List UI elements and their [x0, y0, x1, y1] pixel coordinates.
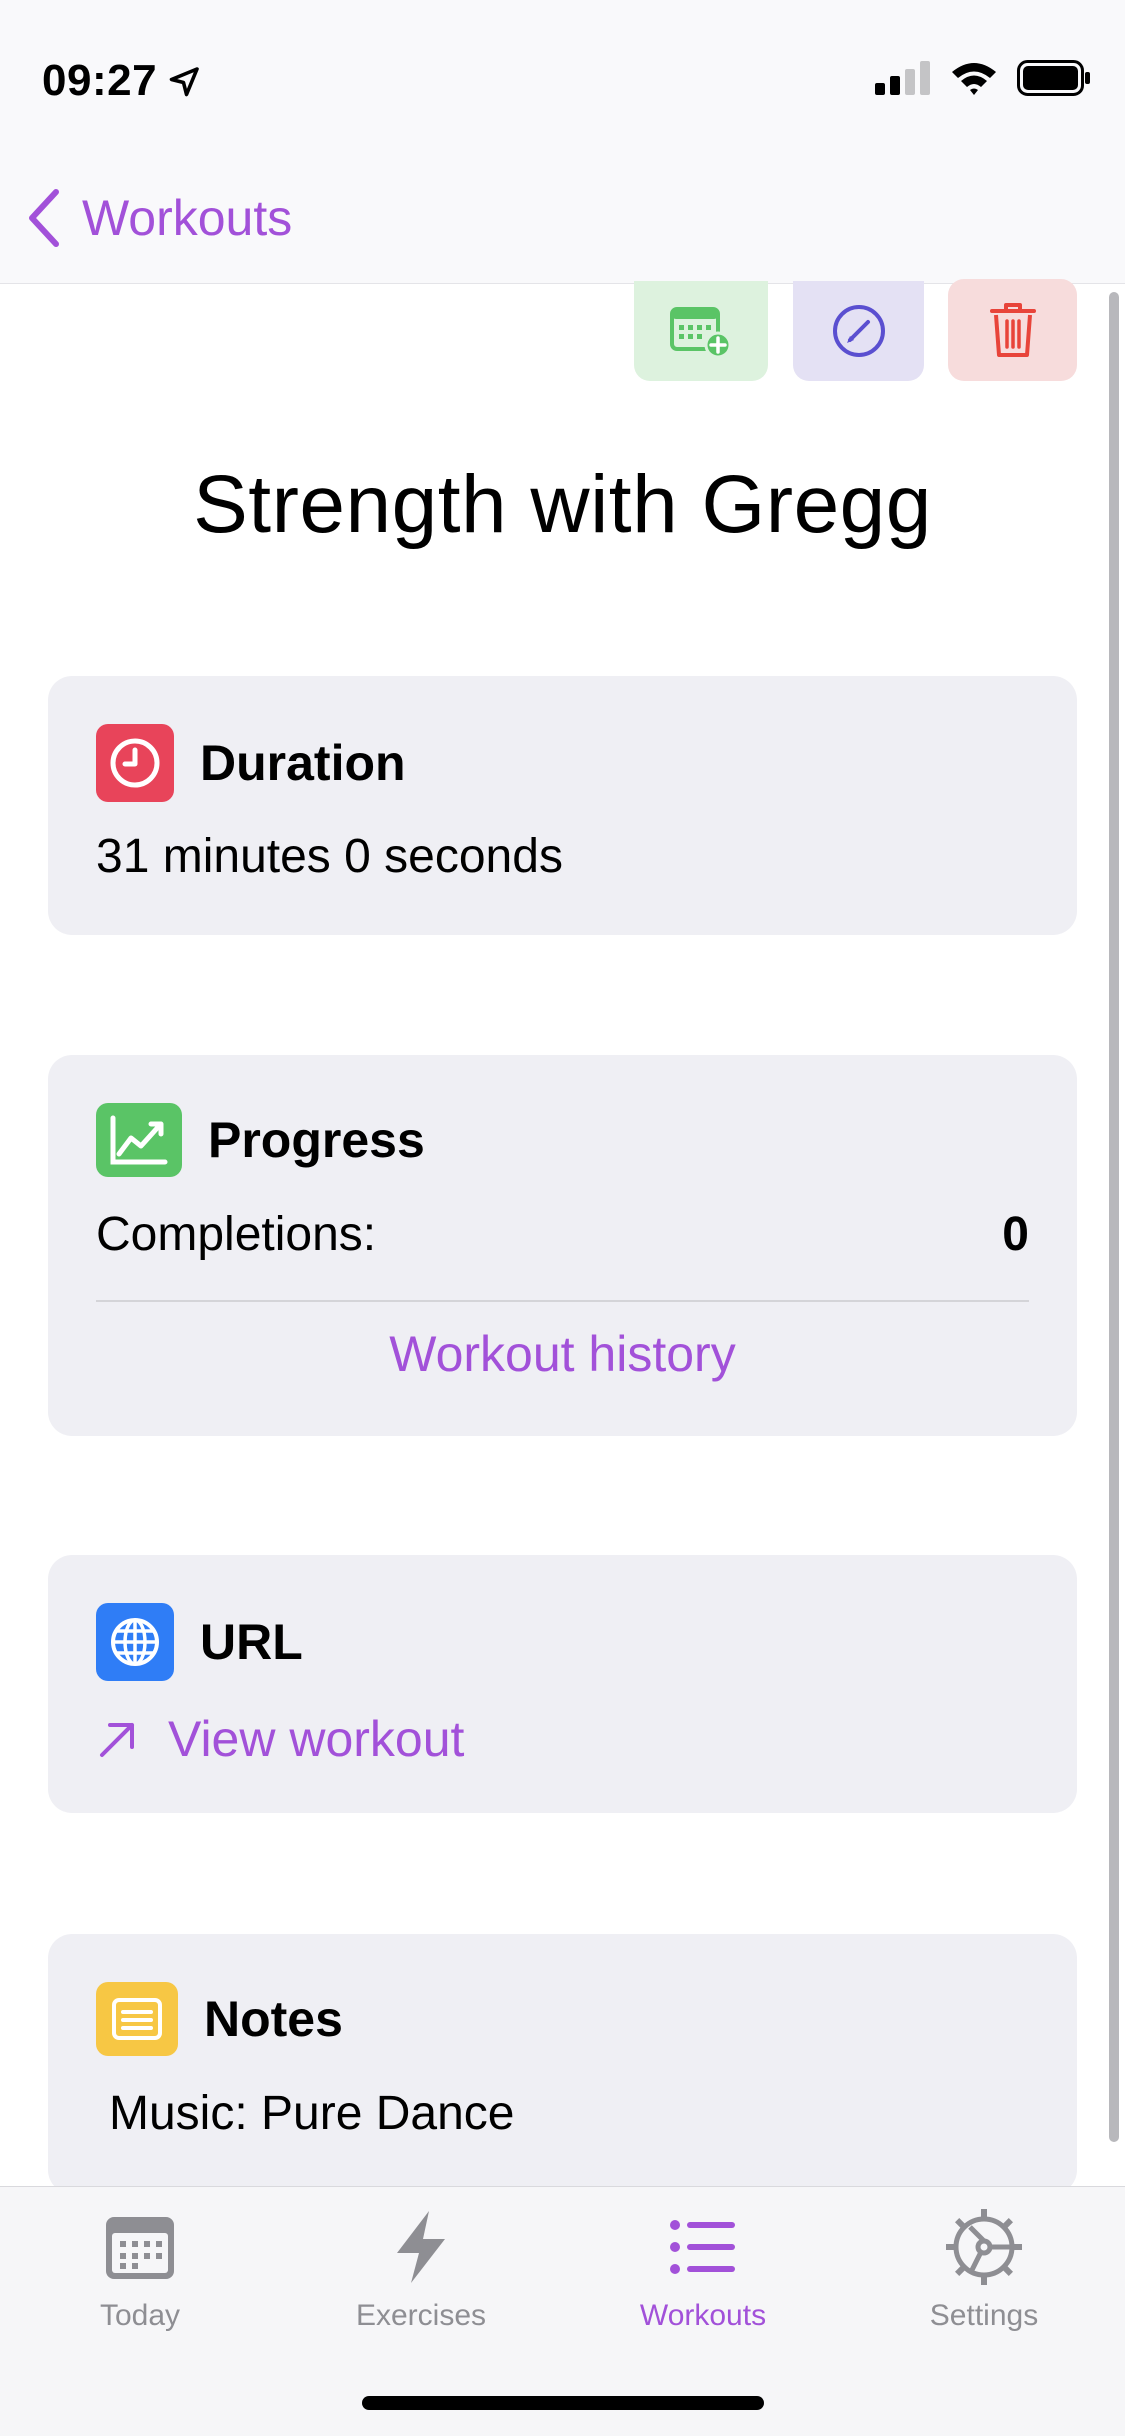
notes-header: Notes — [96, 1982, 343, 2056]
tab-today[interactable]: Today — [40, 2207, 240, 2333]
clock-text: 09:27 — [42, 56, 158, 105]
url-header: URL — [96, 1603, 303, 1681]
clock-icon — [96, 724, 174, 802]
lightning-icon — [397, 2211, 445, 2283]
progress-title: Progress — [208, 1112, 425, 1168]
cellular-signal-icon — [875, 61, 930, 95]
duration-header: Duration — [96, 724, 406, 802]
notes-card: Notes Music: Pure Dance — [48, 1934, 1077, 2194]
status-icons — [875, 60, 1091, 96]
tab-workouts[interactable]: Workouts — [603, 2207, 803, 2333]
status-bar: 09:27 — [0, 0, 1125, 160]
trash-icon — [989, 303, 1036, 357]
completions-label: Completions: — [96, 1208, 377, 1261]
arrow-up-right-icon — [100, 1723, 134, 1757]
tab-workouts-label: Workouts — [639, 2299, 767, 2332]
list-icon — [670, 2220, 735, 2274]
tab-exercises-label: Exercises — [355, 2299, 487, 2332]
home-indicator[interactable] — [362, 2396, 764, 2410]
notes-title: Notes — [204, 1991, 343, 2047]
scrollbar[interactable] — [1109, 292, 1119, 2142]
edit-workout-button[interactable] — [793, 281, 924, 381]
calendar-add-icon — [670, 307, 732, 359]
progress-card: Progress Completions: 0 Workout history — [48, 1055, 1077, 1436]
tab-settings-label: Settings — [929, 2299, 1039, 2332]
chevron-left-icon — [29, 189, 59, 247]
duration-value: 31 minutes 0 seconds — [96, 830, 563, 883]
gear-icon — [946, 2209, 1022, 2285]
divider — [96, 1300, 1029, 1302]
compass-edit-icon — [832, 305, 885, 357]
status-time: 09:27 — [42, 56, 203, 106]
url-title: URL — [200, 1614, 303, 1670]
schedule-workout-button[interactable] — [634, 281, 768, 381]
completions-value: 0 — [1002, 1208, 1029, 1261]
calendar-icon — [106, 2217, 174, 2279]
globe-icon — [96, 1603, 174, 1681]
duration-title: Duration — [200, 735, 406, 791]
notes-text: Music: Pure Dance — [109, 2087, 515, 2140]
tab-today-label: Today — [99, 2299, 181, 2332]
note-icon — [96, 1982, 178, 2056]
back-button[interactable]: Workouts — [24, 188, 292, 248]
duration-card: Duration 31 minutes 0 seconds — [48, 676, 1077, 935]
view-workout-label: View workout — [168, 1711, 465, 1767]
url-card: URL View workout — [48, 1555, 1077, 1813]
progress-header: Progress — [96, 1103, 425, 1177]
delete-workout-button[interactable] — [948, 279, 1077, 381]
workout-history-link[interactable]: Workout history — [48, 1325, 1077, 1383]
back-button-label: Workouts — [82, 190, 293, 246]
tab-exercises[interactable]: Exercises — [321, 2207, 521, 2333]
chart-icon — [96, 1103, 182, 1177]
wifi-icon — [952, 63, 996, 95]
tab-settings[interactable]: Settings — [884, 2207, 1084, 2333]
workout-title: Strength with Gregg — [193, 459, 932, 550]
view-workout-link[interactable]: View workout — [96, 1710, 464, 1768]
navigation-bar: Workouts — [0, 160, 1125, 284]
location-arrow-icon — [169, 67, 199, 97]
battery-icon — [1017, 60, 1090, 96]
